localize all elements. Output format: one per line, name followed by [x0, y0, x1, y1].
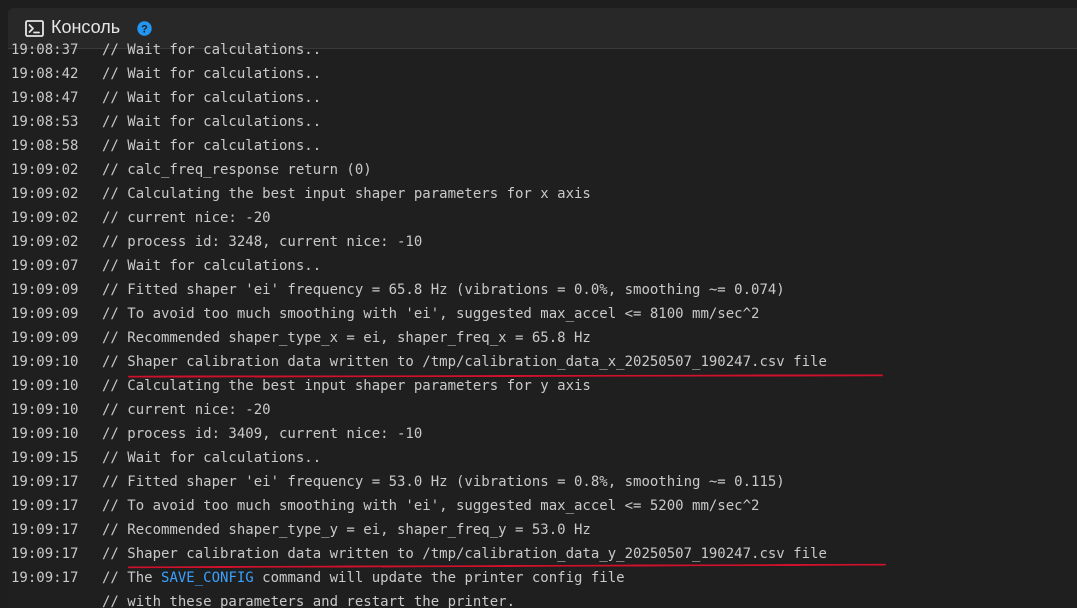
log-timestamp: 19:09:10	[11, 378, 79, 394]
log-message: // process id: 3409, current nice: -10	[102, 426, 423, 442]
console-panel: Консоль ? 19:08:37 // Wait for calculatio…	[8, 8, 1077, 608]
log-message: // To avoid too much smoothing with 'ei'…	[102, 498, 760, 514]
log-message: // The SAVE_CONFIG command will update t…	[102, 566, 625, 590]
log-message: // Wait for calculations..	[102, 138, 322, 154]
help-icon[interactable]: ?	[137, 21, 152, 36]
log-message-prefix: // The	[102, 570, 162, 586]
terminal-icon	[25, 20, 44, 37]
log-message: // Wait for calculations..	[102, 450, 322, 466]
svg-text:?: ?	[141, 23, 148, 35]
log-message: // Calculating the best input shaper par…	[102, 186, 591, 202]
console-title: Консоль	[51, 17, 121, 37]
log-timestamp: 19:09:10	[11, 354, 79, 370]
log-message-suffix: command will update the printer config f…	[253, 570, 625, 586]
log-timestamp: 19:09:02	[11, 162, 79, 178]
log-message: // Shaper calibration data written to /t…	[102, 546, 827, 562]
log-timestamp: 19:09:10	[11, 402, 79, 418]
log-timestamp: 19:09:17	[11, 570, 79, 586]
log-timestamp: 19:09:15	[11, 450, 79, 466]
log-message: // Calculating the best input shaper par…	[102, 378, 591, 394]
log-timestamp: 19:09:17	[11, 498, 79, 514]
log-timestamp: 19:09:09	[11, 330, 79, 346]
log-message: // Wait for calculations..	[102, 258, 322, 274]
log-timestamp: 19:09:02	[11, 210, 79, 226]
log-message: // Recommended shaper_type_x = ei, shape…	[102, 330, 591, 346]
log-message: // To avoid too much smoothing with 'ei'…	[102, 306, 760, 322]
log-timestamp: 19:08:58	[11, 138, 79, 154]
log-timestamp: 19:08:53	[11, 114, 79, 130]
log-message: // Fitted shaper 'ei' frequency = 65.8 H…	[102, 282, 785, 298]
log-timestamp: 19:09:02	[11, 186, 79, 202]
log-message: // Fitted shaper 'ei' frequency = 53.0 H…	[102, 474, 785, 490]
log-message: // current nice: -20	[102, 210, 271, 226]
log-timestamp: 19:09:09	[11, 306, 79, 322]
log-message: // process id: 3248, current nice: -10	[102, 234, 423, 250]
log-message: // with these parameters and restart the…	[102, 594, 516, 608]
log-timestamp: 19:09:17	[11, 546, 79, 562]
log-message: // Wait for calculations..	[102, 114, 322, 130]
save-config-command-link[interactable]: SAVE_CONFIG	[161, 570, 254, 586]
log-message: // Wait for calculations..	[102, 66, 322, 82]
log-message: // Wait for calculations..	[102, 42, 322, 58]
log-timestamp: 19:09:17	[11, 522, 79, 538]
log-timestamp: 19:08:47	[11, 90, 79, 106]
log-message: // current nice: -20	[102, 402, 271, 418]
log-timestamp: 19:09:17	[11, 474, 79, 490]
log-message: // Shaper calibration data written to /t…	[102, 354, 827, 370]
log-timestamp: 19:09:02	[11, 234, 79, 250]
log-timestamp: 19:09:07	[11, 258, 79, 274]
log-message: // calc_freq_response return (0)	[102, 162, 372, 178]
log-timestamp: 19:09:10	[11, 426, 79, 442]
log-timestamp: 19:08:37	[11, 42, 79, 58]
log-message: // Recommended shaper_type_y = ei, shape…	[102, 522, 591, 538]
log-timestamp: 19:09:09	[11, 282, 79, 298]
log-message: // Wait for calculations..	[102, 90, 322, 106]
log-timestamp: 19:08:42	[11, 66, 79, 82]
